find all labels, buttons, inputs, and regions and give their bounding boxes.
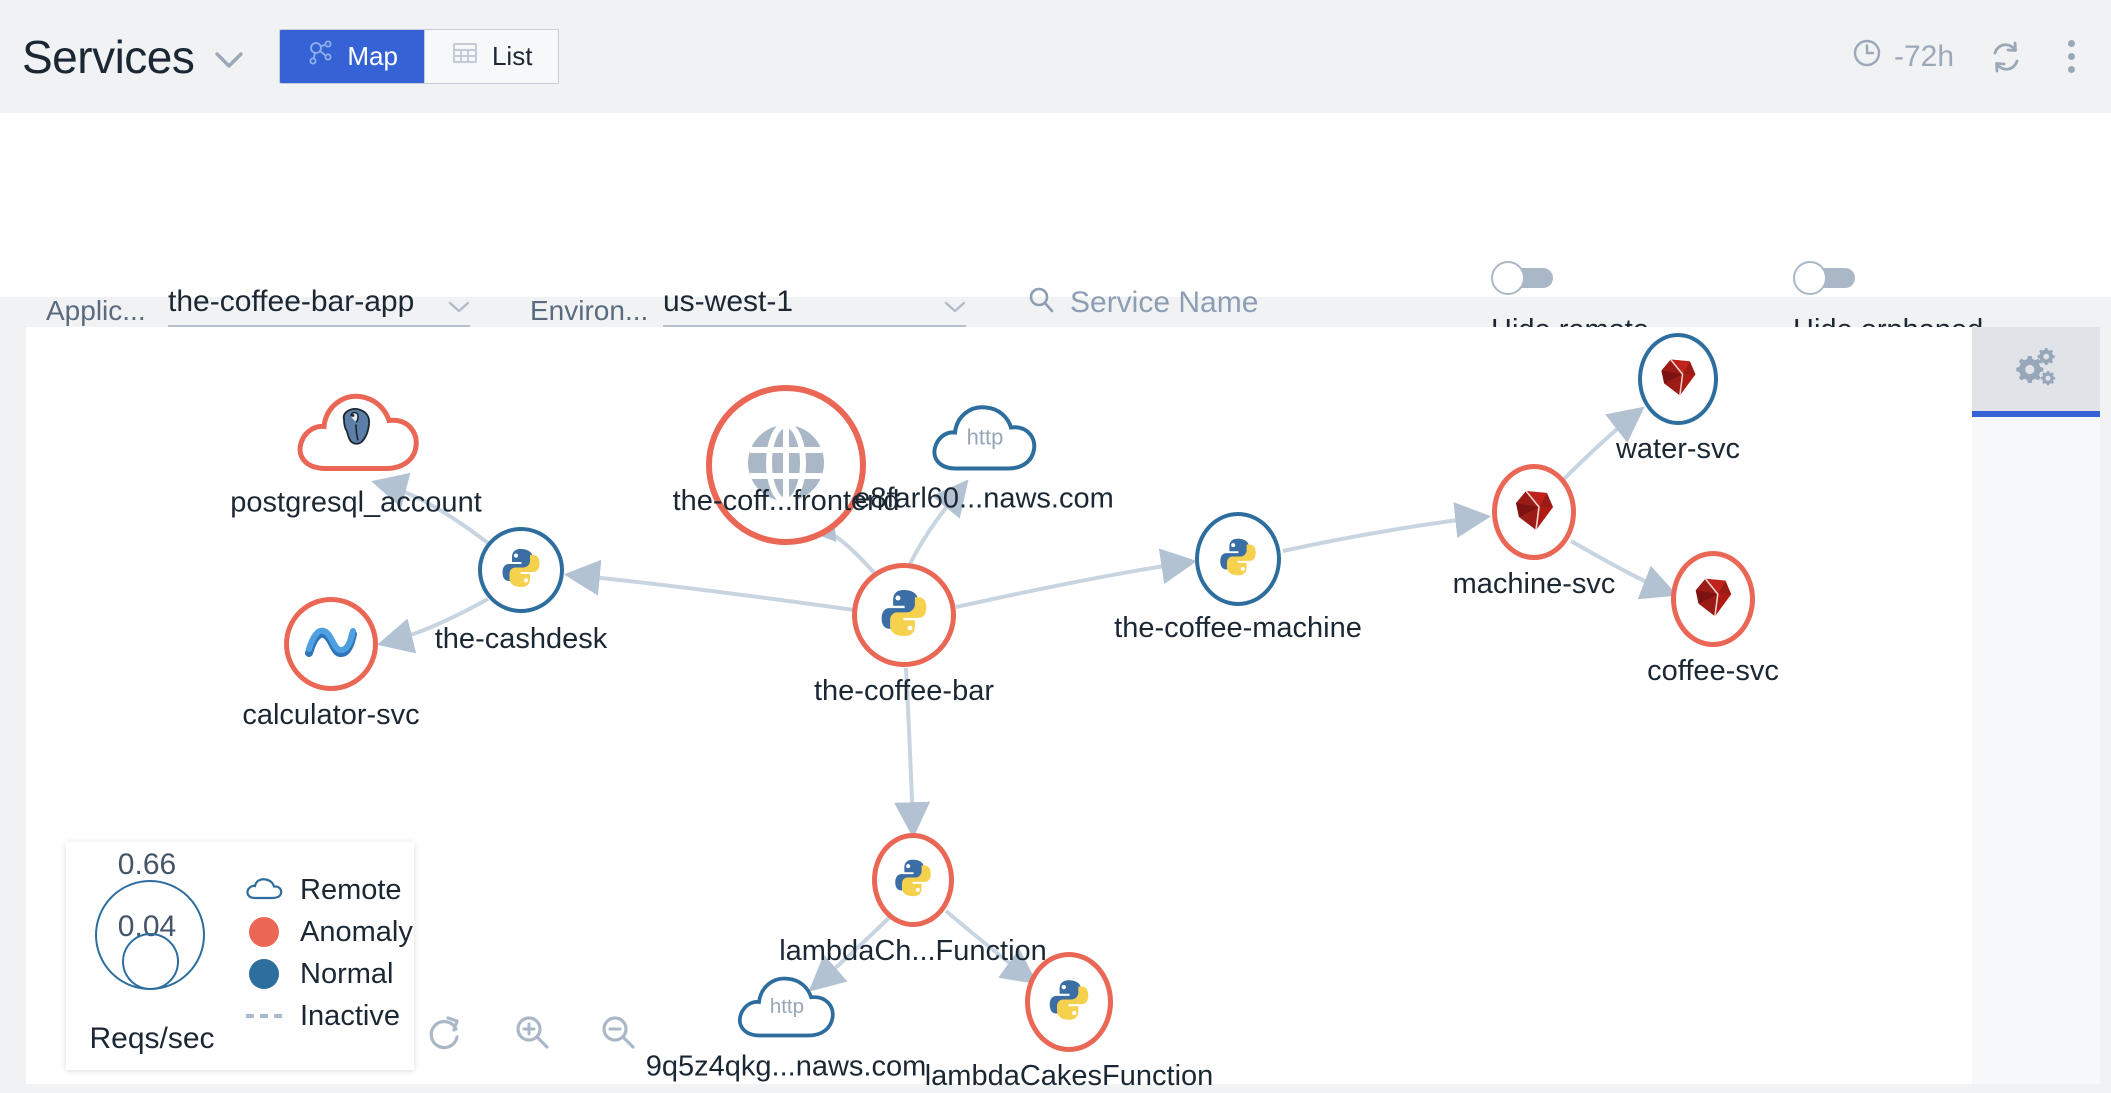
node-label: the-coffee-bar	[813, 675, 995, 707]
python-icon	[875, 584, 933, 647]
magnifier-minus-icon	[602, 1016, 635, 1049]
page-title: Services	[22, 30, 195, 83]
legend-circle-small	[122, 933, 179, 990]
legend-label: Anomaly	[300, 915, 413, 948]
svg-text:http: http	[770, 995, 804, 1018]
refresh-arrow-icon	[429, 1016, 459, 1050]
legend-item-anomaly: Anomaly	[244, 916, 413, 949]
zoom-out-button[interactable]	[598, 1012, 638, 1052]
ruby-icon	[1655, 354, 1701, 405]
application-filter-select[interactable]: the-coffee-bar-app	[168, 285, 470, 327]
normal-dot-icon	[244, 959, 284, 989]
node-9q5z4qkg-naws[interactable]: http 9q5z4qkg...naws.com	[646, 969, 926, 1083]
node-calculator-svc[interactable]: calculator-svc	[242, 597, 420, 731]
node-machine-svc[interactable]: machine-svc	[1453, 464, 1615, 600]
map-legend: 0.66 0.04 Reqs/sec Remote Anomaly Normal…	[66, 842, 414, 1070]
clock-icon	[1851, 37, 1883, 77]
node-label: water-svc	[1615, 433, 1741, 465]
chevron-down-icon	[944, 300, 966, 319]
http-cloud-icon[interactable]: http	[732, 969, 840, 1049]
tab-list-label: List	[491, 41, 533, 71]
node-label: e8farl60...naws.com	[854, 482, 1114, 515]
tab-list[interactable]: List	[423, 30, 559, 83]
node-label: coffee-svc	[1647, 655, 1779, 687]
legend-label: Inactive	[300, 999, 400, 1032]
hide-orphaned-services-toggle[interactable]	[1793, 261, 1855, 295]
node-label: the-cashdesk	[434, 623, 608, 655]
application-filter-label: Applic...	[46, 295, 146, 326]
node-label: the-coffee-machine	[1114, 612, 1362, 644]
service-map-icon	[306, 39, 334, 74]
postgresql-elephant-icon	[332, 403, 380, 456]
node-e8farl60-naws[interactable]: http e8farl60...naws.com	[854, 397, 1114, 515]
node-the-cashdesk[interactable]: the-cashdesk	[435, 527, 607, 655]
app-header: Services Map List -72h	[0, 0, 2111, 113]
reset-view-button[interactable]	[426, 1012, 466, 1052]
header-actions: -72h	[1851, 36, 2111, 77]
node-the-coffee-machine[interactable]: the-coffee-machine	[1114, 512, 1362, 644]
node-label: lambdaCakesFunction	[924, 1060, 1214, 1092]
chevron-down-icon[interactable]	[214, 45, 244, 75]
legend-size-unit: Reqs/sec	[89, 1022, 215, 1055]
dashed-line-icon	[244, 1014, 284, 1018]
node-lambdaCakesFunction[interactable]: lambdaCakesFunction	[925, 952, 1213, 1092]
node-the-coffee-bar[interactable]: the-coffee-bar	[814, 563, 994, 707]
anomaly-dot-icon	[244, 917, 284, 947]
node-label: lambdaCh...Function	[779, 935, 1047, 967]
node-label: machine-svc	[1452, 568, 1616, 600]
service-map-canvas[interactable]: postgresql_account the-cashdesk calculat…	[26, 327, 1972, 1092]
refresh-icon[interactable]	[1988, 39, 2024, 75]
legend-item-inactive: Inactive	[244, 1000, 413, 1033]
map-controls	[426, 1012, 638, 1052]
filter-bar: Applic... the-coffee-bar-app Environ... …	[0, 113, 2111, 388]
python-icon	[1215, 534, 1261, 585]
hide-remote-services-toggle[interactable]	[1491, 261, 1553, 295]
kebab-menu-icon[interactable]	[2058, 36, 2085, 77]
settings-tab[interactable]	[1972, 327, 2100, 417]
node-water-svc[interactable]: water-svc	[1616, 333, 1740, 465]
legend-label: Normal	[300, 957, 394, 990]
python-icon	[1044, 975, 1094, 1030]
legend-size-scale: 0.66 0.04 Reqs/sec	[72, 842, 222, 1070]
tab-map[interactable]: Map	[280, 30, 424, 83]
ruby-icon	[1509, 485, 1559, 540]
svg-text:http: http	[967, 425, 1004, 450]
environment-filter-value: us-west-1	[663, 285, 794, 318]
environment-filter-label: Environ...	[530, 295, 649, 326]
legend-size-max: 0.66	[117, 848, 177, 881]
ruby-icon	[1689, 573, 1737, 626]
dotnet-icon	[304, 622, 358, 667]
node-label: calculator-svc	[242, 699, 420, 731]
magnifier-plus-icon	[516, 1016, 549, 1049]
zoom-in-button[interactable]	[512, 1012, 552, 1052]
node-label: postgresql_account	[230, 486, 482, 519]
view-mode-toggle: Map List	[279, 29, 560, 84]
node-lambdaChFunction[interactable]: lambdaCh...Function	[779, 833, 1047, 967]
legend-status-list: Remote Anomaly Normal Inactive	[244, 874, 413, 1039]
search-icon	[1026, 285, 1056, 320]
legend-item-normal: Normal	[244, 958, 413, 991]
time-range-label: -72h	[1893, 39, 1954, 73]
search-field[interactable]	[1026, 285, 1428, 330]
node-the-coff-frontend[interactable]: the-coff...frontend	[673, 385, 899, 545]
node-coffee-svc[interactable]: coffee-svc	[1647, 551, 1779, 687]
legend-label: Remote	[300, 873, 402, 906]
http-cloud-icon[interactable]: http	[926, 397, 1042, 483]
legend-item-remote: Remote	[244, 874, 413, 907]
chevron-down-icon	[448, 300, 470, 319]
tab-map-label: Map	[347, 41, 398, 71]
python-icon	[497, 544, 545, 597]
grid-table-icon	[451, 40, 479, 73]
application-filter-value: the-coffee-bar-app	[168, 285, 415, 318]
python-icon	[890, 855, 936, 906]
side-panel	[1972, 327, 2100, 1084]
time-range-selector[interactable]: -72h	[1851, 37, 1954, 77]
node-label: 9q5z4qkg...naws.com	[645, 1050, 927, 1083]
environment-filter-select[interactable]: us-west-1	[663, 285, 966, 327]
node-postgresql_account[interactable]: postgresql_account	[230, 383, 482, 519]
gears-settings-icon	[2011, 344, 2061, 395]
cloud-outline-icon	[244, 878, 284, 902]
search-input[interactable]	[1070, 285, 1400, 320]
